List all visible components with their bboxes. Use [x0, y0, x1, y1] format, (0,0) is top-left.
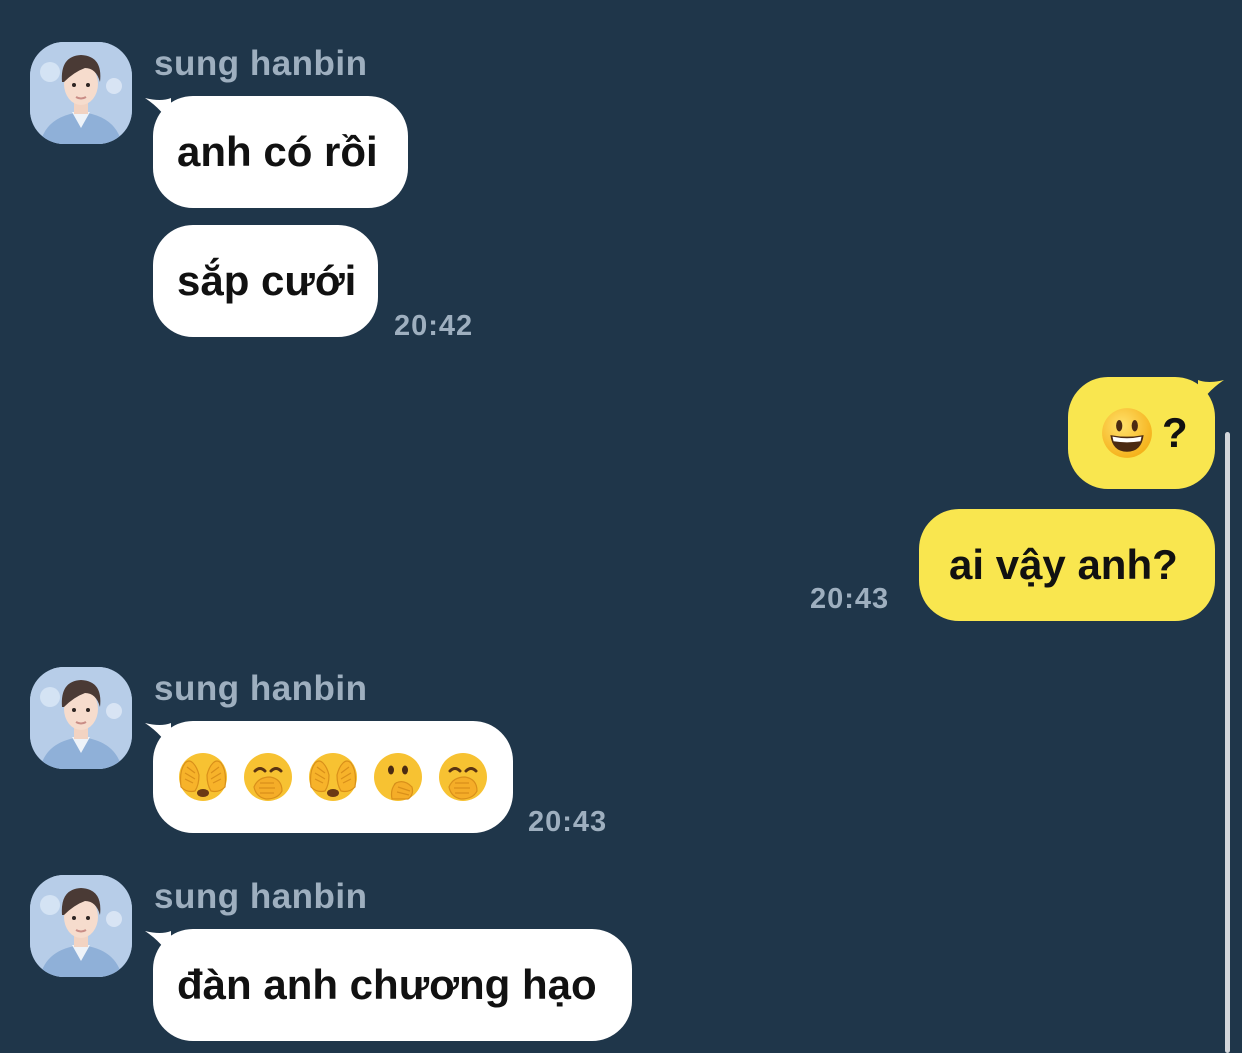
message-text: ai vậy anh?	[949, 541, 1178, 588]
message-bubble-incoming[interactable]: sắp cưới	[153, 225, 378, 337]
message-timestamp: 20:42	[394, 310, 474, 342]
message-bubble-incoming[interactable]: anh có rồi	[153, 96, 408, 208]
message-timestamp: 20:43	[528, 806, 608, 838]
hand-over-mouth-emoji	[439, 753, 487, 801]
message-bubble-outgoing[interactable]: ?	[1068, 377, 1215, 489]
see-no-evil-face-emoji	[179, 753, 227, 801]
message-text: anh có rồi	[177, 128, 378, 175]
contact-avatar[interactable]	[30, 875, 132, 977]
message-bubble-outgoing[interactable]: ai vậy anh?	[919, 509, 1215, 621]
sender-name: sung hanbin	[154, 44, 368, 83]
hand-over-mouth-emoji	[244, 753, 292, 801]
sender-name: sung hanbin	[154, 877, 368, 916]
message-text: ?	[1162, 409, 1188, 456]
message-bubble-incoming[interactable]: đàn anh chương hạo	[153, 929, 632, 1041]
message-bubble-incoming[interactable]	[153, 721, 513, 833]
contact-avatar[interactable]	[30, 667, 132, 769]
see-no-evil-face-emoji	[309, 753, 357, 801]
message-text: sắp cưới	[177, 257, 357, 304]
chat-message-list[interactable]: sung hanbin anh có rồi sắp cưới 20:42 ?	[0, 0, 1242, 1053]
sender-name: sung hanbin	[154, 669, 368, 708]
scrollbar[interactable]	[1225, 432, 1230, 1053]
message-text: đàn anh chương hạo	[177, 961, 597, 1008]
open-hand-over-mouth-emoji	[374, 753, 422, 801]
grinning-face-emoji	[1102, 408, 1152, 458]
message-timestamp: 20:43	[810, 583, 890, 615]
emoji-sequence	[177, 751, 489, 803]
contact-avatar[interactable]	[30, 42, 132, 144]
